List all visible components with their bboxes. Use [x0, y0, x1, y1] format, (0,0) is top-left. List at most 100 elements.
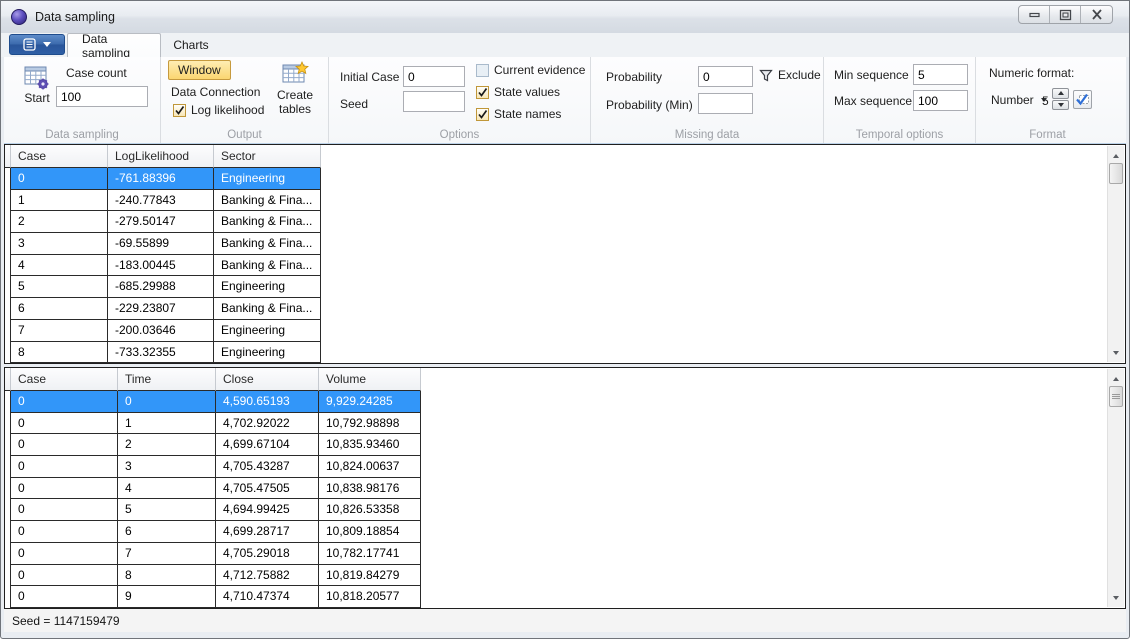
table-cell[interactable]: Banking & Fina... — [214, 298, 321, 320]
exclude-button[interactable]: Exclude — [759, 68, 821, 82]
table-cell[interactable]: 2 — [118, 434, 216, 456]
vertical-scrollbar[interactable] — [1107, 369, 1124, 607]
table-cell[interactable]: 4,705.43287 — [216, 456, 319, 478]
table-cell[interactable]: Banking & Fina... — [214, 255, 321, 277]
table-cell[interactable]: 6 — [11, 298, 108, 320]
column-header-close[interactable]: Close — [216, 368, 319, 391]
table-cell[interactable]: 0 — [11, 168, 108, 190]
case-count-input[interactable] — [56, 86, 148, 107]
table-row[interactable]: 094,710.4737410,818.20577 — [5, 586, 1125, 608]
min-sequence-input[interactable] — [913, 64, 968, 85]
table-row[interactable]: 6-229.23807Banking & Fina... — [5, 298, 1125, 320]
table-cell[interactable]: -685.29988 — [108, 276, 214, 298]
table-cell[interactable]: 4 — [11, 255, 108, 277]
numeric-format-dropdown[interactable]: Number — [991, 93, 1047, 107]
table-cell[interactable]: 10,792.98898 — [319, 413, 421, 435]
table-cell[interactable]: 10,782.17741 — [319, 543, 421, 565]
tab-charts[interactable]: Charts — [164, 33, 218, 57]
table-cell[interactable]: 1 — [118, 413, 216, 435]
table-cell[interactable]: 10,826.53358 — [319, 499, 421, 521]
column-header-case[interactable]: Case — [11, 145, 108, 168]
table-cell[interactable]: 9 — [118, 586, 216, 608]
apply-format-button[interactable] — [1073, 90, 1092, 109]
window-toggle-button[interactable]: Window — [168, 60, 231, 80]
table-row[interactable]: 1-240.77843Banking & Fina... — [5, 190, 1125, 212]
table-cell[interactable]: 9,929.24285 — [319, 391, 421, 413]
probability-min-input[interactable] — [698, 93, 753, 114]
table-cell[interactable]: 4,702.92022 — [216, 413, 319, 435]
table-cell[interactable]: Engineering — [214, 342, 321, 364]
scroll-down-button[interactable] — [1108, 590, 1124, 605]
vertical-scrollbar[interactable] — [1107, 146, 1124, 362]
table-cell[interactable]: 3 — [11, 233, 108, 255]
table-cell[interactable]: -69.55899 — [108, 233, 214, 255]
close-button[interactable] — [1081, 6, 1112, 23]
table-cell[interactable]: 0 — [11, 586, 118, 608]
scroll-up-button[interactable] — [1108, 148, 1124, 163]
table-cell[interactable]: -733.32355 — [108, 342, 214, 364]
table-cell[interactable]: -183.00445 — [108, 255, 214, 277]
maximize-button[interactable] — [1050, 6, 1081, 23]
table-row[interactable]: 074,705.2901810,782.17741 — [5, 543, 1125, 565]
table-cell[interactable]: 0 — [11, 521, 118, 543]
data-connection-button[interactable]: Data Connection — [171, 85, 260, 99]
table-cell[interactable]: 4,705.47505 — [216, 478, 319, 500]
table-row[interactable]: 7-200.03646Engineering — [5, 320, 1125, 342]
table-row[interactable]: 2-279.50147Banking & Fina... — [5, 211, 1125, 233]
application-menu-button[interactable] — [9, 34, 65, 55]
current-evidence-checkbox[interactable]: Current evidence — [476, 63, 585, 77]
column-header-loglikelihood[interactable]: LogLikelihood — [108, 145, 214, 168]
table-cell[interactable]: 0 — [118, 391, 216, 413]
scroll-down-button[interactable] — [1108, 345, 1124, 360]
probability-input[interactable] — [698, 66, 753, 87]
table-cell[interactable]: 4,699.28717 — [216, 521, 319, 543]
minimize-button[interactable] — [1019, 6, 1050, 23]
table-cell[interactable]: 10,835.93460 — [319, 434, 421, 456]
column-header-sector[interactable]: Sector — [214, 145, 321, 168]
table-cell[interactable]: Engineering — [214, 276, 321, 298]
table-cell[interactable]: 7 — [11, 320, 108, 342]
table-cell[interactable]: 8 — [11, 342, 108, 364]
scrollbar-thumb[interactable] — [1109, 163, 1123, 184]
table-cell[interactable]: -761.88396 — [108, 168, 214, 190]
start-button[interactable]: Start — [15, 65, 59, 105]
table-cell[interactable]: Banking & Fina... — [214, 233, 321, 255]
table-cell[interactable]: 1 — [11, 190, 108, 212]
table-cell[interactable]: 0 — [11, 413, 118, 435]
table-row[interactable]: 044,705.4750510,838.98176 — [5, 478, 1125, 500]
table-cell[interactable]: 0 — [11, 499, 118, 521]
table-cell[interactable]: 4,710.47374 — [216, 586, 319, 608]
table-row[interactable]: 014,702.9202210,792.98898 — [5, 413, 1125, 435]
log-likelihood-checkbox[interactable]: Log likelihood — [173, 103, 264, 117]
table-cell[interactable]: 0 — [11, 434, 118, 456]
scrollbar-thumb[interactable] — [1109, 386, 1123, 407]
table-cell[interactable]: 8 — [118, 565, 216, 587]
table-cell[interactable]: -279.50147 — [108, 211, 214, 233]
seed-input[interactable] — [403, 91, 465, 112]
spin-down-button[interactable] — [1052, 100, 1069, 111]
table-cell[interactable]: 5 — [118, 499, 216, 521]
table-cell[interactable]: 7 — [118, 543, 216, 565]
table-cell[interactable]: 0 — [11, 543, 118, 565]
table-row[interactable]: 004,590.651939,929.24285 — [5, 391, 1125, 413]
initial-case-input[interactable] — [403, 66, 465, 87]
table-row[interactable]: 0-761.88396Engineering — [5, 168, 1125, 190]
table-cell[interactable]: -240.77843 — [108, 190, 214, 212]
table-cell[interactable]: 3 — [118, 456, 216, 478]
table-cell[interactable]: Banking & Fina... — [214, 190, 321, 212]
table-row[interactable]: 4-183.00445Banking & Fina... — [5, 255, 1125, 277]
table-cell[interactable]: 0 — [11, 478, 118, 500]
table-row[interactable]: 034,705.4328710,824.00637 — [5, 456, 1125, 478]
table-cell[interactable]: 5 — [11, 276, 108, 298]
table-row[interactable]: 024,699.6710410,835.93460 — [5, 434, 1125, 456]
create-tables-button[interactable]: Create tables — [269, 61, 321, 116]
table-cell[interactable]: 10,824.00637 — [319, 456, 421, 478]
table-cell[interactable]: 0 — [11, 391, 118, 413]
table-cell[interactable]: 10,818.20577 — [319, 586, 421, 608]
table-cell[interactable]: 10,809.18854 — [319, 521, 421, 543]
table-row[interactable]: 054,694.9942510,826.53358 — [5, 499, 1125, 521]
table-cell[interactable]: 4,705.29018 — [216, 543, 319, 565]
table-cell[interactable]: -200.03646 — [108, 320, 214, 342]
table-cell[interactable]: 4,712.75882 — [216, 565, 319, 587]
table-cell[interactable]: 4,590.65193 — [216, 391, 319, 413]
